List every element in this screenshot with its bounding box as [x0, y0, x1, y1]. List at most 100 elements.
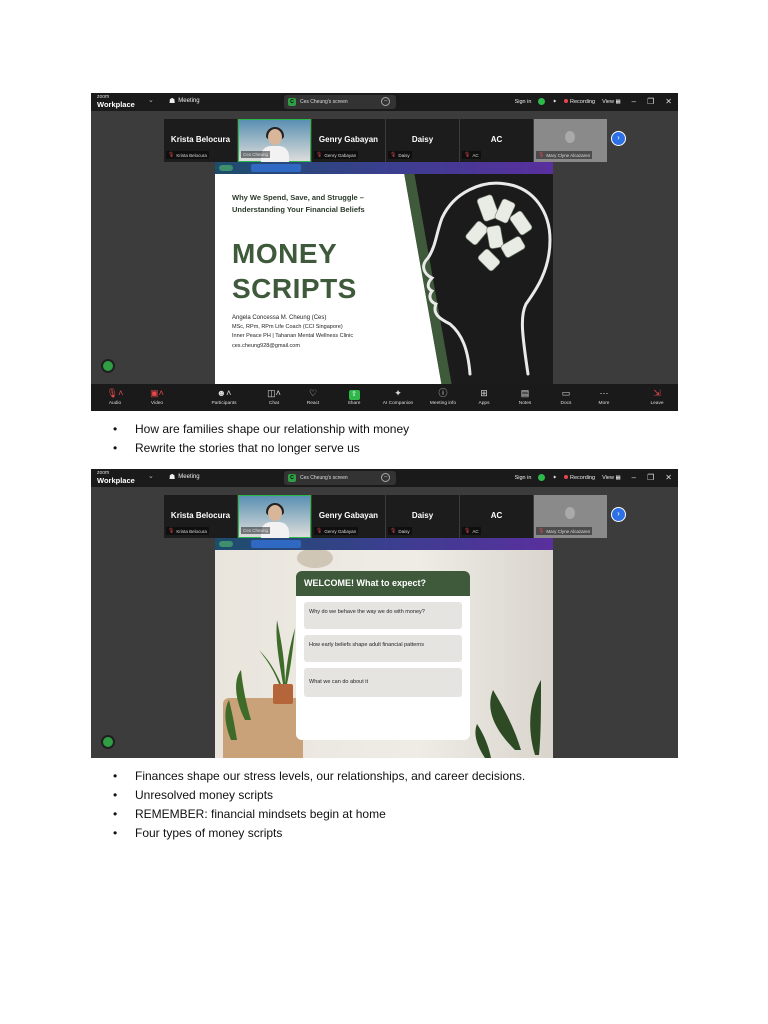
- participant-tile[interactable]: AC 🎙 AC: [460, 119, 533, 162]
- restore-window-icon[interactable]: ❐: [647, 97, 654, 106]
- meeting-menu[interactable]: ☗ Meeting: [169, 473, 200, 481]
- next-page-icon[interactable]: ›: [611, 507, 626, 522]
- view-button[interactable]: View ▦: [602, 475, 621, 481]
- sign-in-link[interactable]: Sign in: [515, 475, 532, 481]
- sparkle-icon[interactable]: ✦: [552, 99, 557, 105]
- participant-tile[interactable]: Krista Belocura 🎙 Krista Belocura: [164, 119, 237, 162]
- docs-icon: ▭: [561, 388, 571, 398]
- participant-tile[interactable]: Genry Gabayan 🎙 Genry Gabayan: [312, 495, 385, 538]
- meeting-menu[interactable]: ☗ Meeting: [169, 97, 200, 105]
- author-email: ces.cheung928@gmail.com: [232, 342, 300, 349]
- participant-tile[interactable]: Krista Belocura 🎙 Krista Belocura: [164, 495, 237, 538]
- share-status-icon[interactable]: [101, 359, 115, 373]
- leave-button[interactable]: ⇲ Leave: [637, 387, 677, 406]
- mic-muted-icon: 🎙: [538, 528, 545, 534]
- participant-tile[interactable]: 🎙 Mary Clyne Alcazaren: [534, 495, 607, 538]
- participant-tile[interactable]: 🎙 Mary Clyne Alcazaren: [534, 119, 607, 162]
- speaker-face: [268, 129, 282, 145]
- participant-label: Ces Cheung: [241, 151, 271, 158]
- participant-name: Genry Gabayan: [318, 135, 379, 144]
- shared-window-tab: [251, 164, 301, 172]
- author-affiliation: Inner Peace PH | Tahanan Mental Wellness…: [232, 333, 354, 340]
- meeting-icon: ☗: [169, 98, 176, 105]
- meeting-label: Meeting: [178, 98, 200, 104]
- close-window-icon[interactable]: ✕: [665, 473, 672, 482]
- participant-tile[interactable]: Genry Gabayan 🎙 Genry Gabayan: [312, 119, 385, 162]
- mic-muted-icon: 🎙: [390, 152, 397, 158]
- screen-owner-badge: C: [288, 98, 296, 106]
- shield-icon[interactable]: [538, 474, 546, 481]
- mic-muted-icon: 🎙: [464, 152, 471, 158]
- slide-title-line-1: MONEY: [232, 238, 338, 269]
- recording-label: Recording: [570, 98, 596, 105]
- notes-icon: ▤: [520, 388, 530, 398]
- shield-icon[interactable]: [538, 98, 546, 105]
- react-button[interactable]: ♡ React: [293, 387, 333, 406]
- list-item: Unresolved money scripts: [113, 786, 525, 805]
- agenda-item: What we can do about it: [304, 668, 462, 697]
- view-button[interactable]: View ▦: [602, 99, 621, 105]
- participant-tile-video[interactable]: Ces Cheung: [238, 119, 311, 163]
- toolbar-label: React: [306, 401, 320, 406]
- participant-strip: Krista Belocura 🎙 Krista Belocura Ces Che…: [164, 119, 608, 163]
- participant-tile-video[interactable]: Ces Cheung: [238, 495, 311, 539]
- next-page-icon[interactable]: ›: [611, 131, 626, 146]
- participant-tile[interactable]: AC 🎙 AC: [460, 495, 533, 538]
- screen-share-label: Ces Cheung's screen: [300, 475, 348, 481]
- ai-companion-button[interactable]: ✦ AI Companion: [378, 387, 418, 406]
- apps-button[interactable]: ⊞ Apps: [464, 387, 504, 406]
- mic-muted-icon: 🎙: [464, 528, 471, 534]
- toolbar-label: Leave: [650, 401, 664, 406]
- more-button[interactable]: ⋯ More: [584, 387, 624, 406]
- audio-button[interactable]: 🎙˄ Audio: [95, 387, 135, 406]
- toolbar-label: AI Companion: [382, 401, 414, 406]
- view-label: View: [602, 474, 614, 481]
- recording-indicator[interactable]: Recording: [564, 98, 596, 105]
- share-button[interactable]: ⇧ Share: [334, 387, 374, 406]
- shared-screen-toolbar: [215, 162, 553, 174]
- video-button[interactable]: ▣˄ Video: [137, 387, 177, 406]
- zoom-logo-big: Workplace: [97, 476, 135, 485]
- participant-label-text: Ces Cheung: [243, 528, 269, 533]
- participant-tile[interactable]: Daisy 🎙 Daisy: [386, 495, 459, 538]
- minimize-window-icon[interactable]: –: [632, 473, 636, 482]
- toolbar-label: Notes: [518, 401, 532, 406]
- view-label: View: [602, 98, 614, 105]
- zoom-logo-big: Workplace: [97, 100, 135, 109]
- zoom-window-screenshot-1: zoom Workplace ⌄ ☗ Meeting C Ces Cheung'…: [91, 93, 678, 411]
- participant-label: 🎙 AC: [462, 151, 481, 159]
- toolbar-label: Participants: [211, 401, 237, 406]
- participant-label: 🎙 Mary Clyne Alcazaren: [536, 151, 593, 159]
- leave-icon: ⇲: [653, 388, 661, 398]
- shared-window-tab: [251, 540, 301, 548]
- sparkle-icon[interactable]: ✦: [552, 475, 557, 481]
- meeting-info-button[interactable]: ⓘ Meeting info: [423, 387, 463, 406]
- sign-in-link[interactable]: Sign in: [515, 99, 532, 105]
- meeting-toolbar: 🎙˄ Audio ▣˄ Video ☻˄ Participants ◫˄ Chat ♡ R…: [91, 384, 678, 411]
- toolbar-label: Video: [150, 401, 164, 406]
- chevron-down-icon[interactable]: ⌄: [148, 472, 154, 480]
- toolbar-label: Apps: [478, 401, 490, 406]
- chat-button[interactable]: ◫˄ Chat: [254, 387, 294, 406]
- close-window-icon[interactable]: ✕: [665, 97, 672, 106]
- minimize-window-icon[interactable]: –: [632, 97, 636, 106]
- docs-button[interactable]: ▭ Docs: [546, 387, 586, 406]
- participant-tile[interactable]: Daisy 🎙 Daisy: [386, 119, 459, 162]
- participant-label: 🎙 Daisy: [388, 151, 412, 159]
- meeting-label: Meeting: [178, 474, 200, 480]
- list-item: REMEMBER: financial mindsets begin at ho…: [113, 805, 525, 824]
- notes-button[interactable]: ▤ Notes: [505, 387, 545, 406]
- chevron-down-icon[interactable]: ⌄: [148, 96, 154, 104]
- list-item: Rewrite the stories that no longer serve…: [113, 439, 409, 458]
- screen-share-pill[interactable]: C Ces Cheung's screen −: [284, 95, 396, 109]
- restore-window-icon[interactable]: ❐: [647, 473, 654, 482]
- screen-share-pill[interactable]: C Ces Cheung's screen −: [284, 471, 396, 485]
- participants-button[interactable]: ☻˄ Participants: [204, 387, 244, 406]
- recording-indicator[interactable]: Recording: [564, 474, 595, 481]
- zoom-title-bar: zoom Workplace ⌄ ☗ Meeting C Ces Cheung'…: [91, 93, 678, 111]
- zoom-logo: zoom Workplace: [97, 94, 135, 108]
- share-status-icon[interactable]: [101, 735, 115, 749]
- minimize-share-icon[interactable]: −: [381, 97, 390, 106]
- participant-label: 🎙 Krista Belocura: [166, 527, 209, 535]
- minimize-share-icon[interactable]: −: [381, 473, 390, 482]
